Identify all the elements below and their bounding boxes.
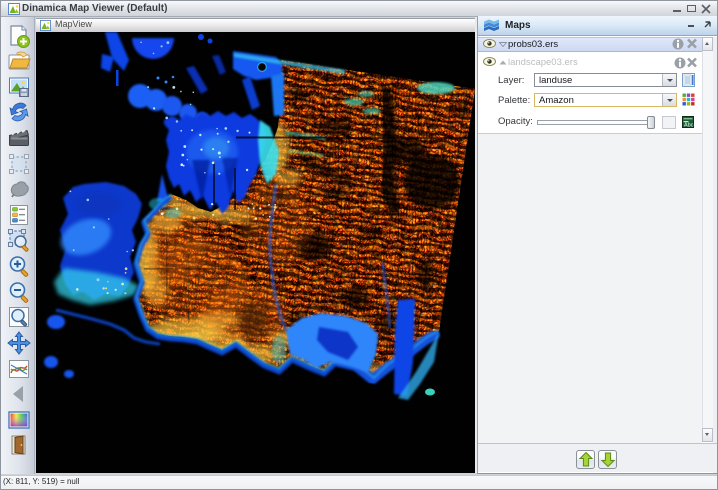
svg-text:Abc: Abc xyxy=(684,123,694,129)
